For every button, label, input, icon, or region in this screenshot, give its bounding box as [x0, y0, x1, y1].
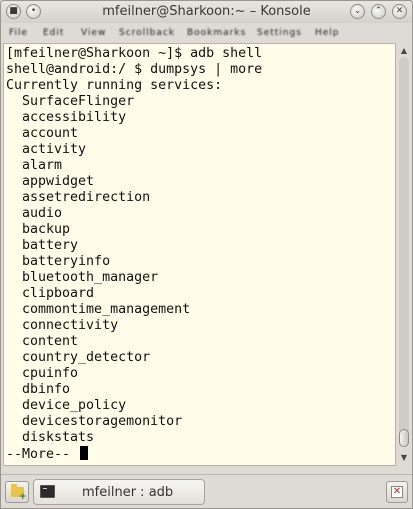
title-bar[interactable]: ■ • mfeilner@Sharkoon:~ – Konsole ⌄ ⌃ ✕	[1, 1, 412, 23]
terminal-line: dbinfo	[6, 382, 71, 397]
tab-adb[interactable]: mfeilner : adb	[33, 479, 205, 505]
terminal-line: backup	[6, 222, 71, 237]
terminal-line: appwidget	[6, 174, 95, 189]
menu-settings[interactable]: Settings	[257, 28, 302, 38]
scroll-thumb[interactable]	[399, 429, 409, 447]
scroll-up-icon[interactable]: ▲	[398, 44, 410, 56]
scroll-track[interactable]	[399, 57, 409, 447]
terminal-line: content	[6, 334, 79, 349]
terminal-line: SurfaceFlinger	[6, 94, 135, 109]
title-right-buttons: ⌄ ⌃ ✕	[350, 4, 407, 19]
terminal-line: bluetooth_manager	[6, 270, 159, 285]
menu-file[interactable]: File	[9, 28, 28, 38]
menu-bookmarks[interactable]: Bookmarks	[187, 28, 246, 38]
minimize-icon[interactable]: ⌄	[350, 4, 365, 19]
text-cursor	[80, 446, 89, 460]
terminal-line: audio	[6, 206, 63, 221]
terminal-scrollbar[interactable]: ▲ ▼	[396, 43, 412, 466]
close-tab-icon: ✕	[391, 486, 403, 498]
plus-icon: +	[19, 492, 27, 502]
close-icon[interactable]: ✕	[392, 4, 407, 19]
tab-label: mfeilner : adb	[82, 485, 174, 500]
tab-bar: + mfeilner : adb ✕	[1, 474, 412, 508]
terminal-line: shell@android:/ $ dumpsys | more	[6, 62, 263, 77]
scroll-down-icon[interactable]: ▼	[398, 451, 410, 463]
menu-scrollback[interactable]: Scrollback	[119, 28, 175, 38]
terminal-line: connectivity	[6, 318, 119, 333]
menu-edit[interactable]: Edit	[43, 28, 64, 38]
terminal-line: Currently running services:	[6, 78, 223, 93]
more-prompt: --More--	[6, 447, 71, 462]
menu-help[interactable]: Help	[315, 28, 340, 38]
terminal-prompt-line: --More--	[6, 446, 262, 462]
terminal-line: devicestoragemonitor	[6, 414, 183, 429]
terminal-output: [mfeilner@Sharkoon ~]$ adb shell shell@an…	[6, 46, 262, 462]
terminal-view[interactable]: [mfeilner@Sharkoon ~]$ adb shell shell@an…	[3, 43, 396, 466]
terminal-line: accessibility	[6, 110, 127, 125]
terminal-line: cpuinfo	[6, 366, 79, 381]
terminal-line: assetredirection	[6, 190, 151, 205]
terminal-line: [mfeilner@Sharkoon ~]$ adb shell	[6, 46, 263, 61]
terminal-line: battery	[6, 238, 79, 253]
terminal-line: clipboard	[6, 286, 95, 301]
maximize-icon[interactable]: ⌃	[371, 4, 386, 19]
new-tab-button[interactable]: +	[5, 481, 29, 503]
terminal-line: account	[6, 126, 79, 141]
terminal-line: country_detector	[6, 350, 151, 365]
close-tab-button[interactable]: ✕	[386, 481, 408, 503]
terminal-icon	[40, 485, 55, 498]
terminal-line: commontime_management	[6, 302, 191, 317]
terminal-line: device_policy	[6, 398, 127, 413]
terminal-line: diskstats	[6, 430, 95, 445]
menu-view[interactable]: View	[81, 28, 106, 38]
konsole-window: ■ • mfeilner@Sharkoon:~ – Konsole ⌄ ⌃ ✕ …	[0, 0, 413, 509]
terminal-line: activity	[6, 142, 87, 157]
terminal-line: alarm	[6, 158, 63, 173]
terminal-line: batteryinfo	[6, 254, 111, 269]
menu-bar: File Edit View Scrollback Bookmarks Sett…	[1, 23, 412, 43]
